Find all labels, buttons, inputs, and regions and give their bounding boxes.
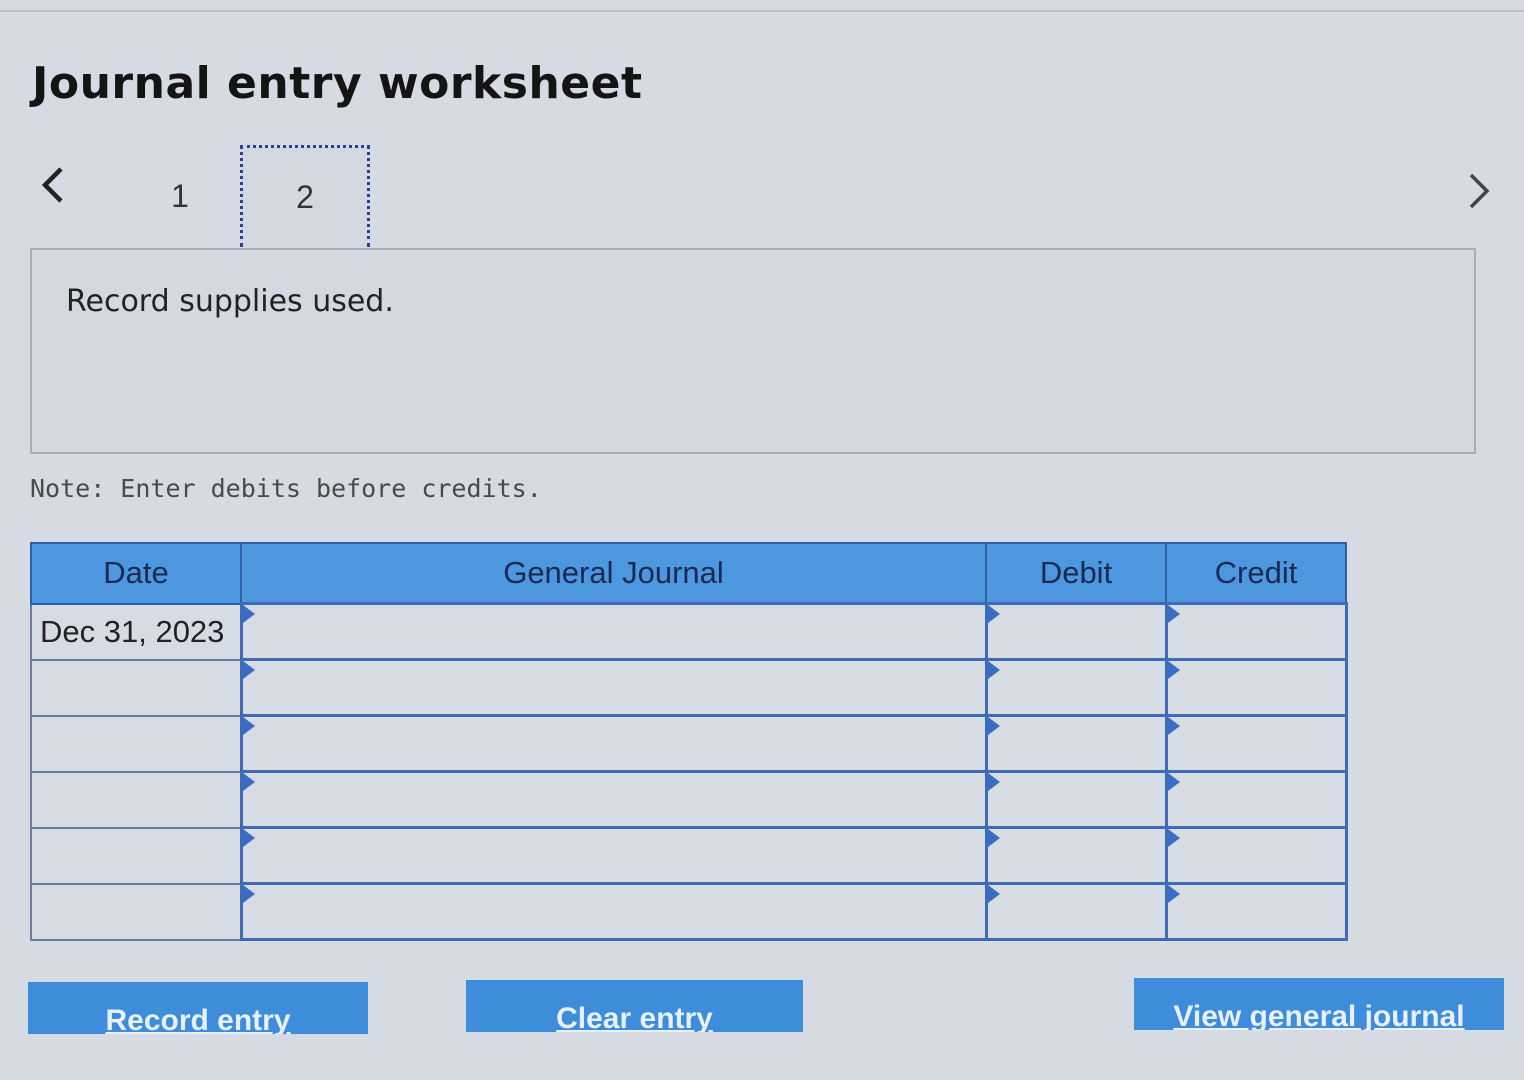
view-general-journal-button[interactable]: View general journal [1134, 978, 1504, 1030]
column-header-general-journal: General Journal [240, 542, 987, 605]
column-header-debit: Debit [985, 542, 1167, 605]
entry-note: Note: Enter debits before credits. [30, 474, 542, 503]
credit-input[interactable] [1164, 602, 1348, 661]
credit-input[interactable] [1164, 882, 1348, 941]
instruction-text: Record supplies used. [66, 284, 394, 319]
next-step-button[interactable] [1460, 166, 1500, 216]
step-tab-label: 2 [296, 179, 314, 215]
table-row [30, 826, 1348, 885]
instruction-panel: Record supplies used. [30, 248, 1476, 454]
clear-entry-button[interactable]: Clear entry [466, 980, 803, 1032]
table-row: Dec 31, 2023 [30, 602, 1348, 661]
account-input[interactable] [239, 882, 988, 941]
credit-input[interactable] [1164, 770, 1348, 829]
page-title: Journal entry worksheet [32, 58, 643, 109]
column-header-credit: Credit [1165, 542, 1347, 605]
table-row [30, 882, 1348, 941]
credit-input[interactable] [1164, 714, 1348, 773]
table-row [30, 770, 1348, 829]
step-tab-2[interactable]: 2 [240, 145, 370, 247]
chevron-right-icon [1469, 173, 1490, 209]
debit-input[interactable] [984, 826, 1168, 885]
column-header-date: Date [30, 542, 242, 605]
debit-input[interactable] [984, 602, 1168, 661]
table-header-row: Date General Journal Debit Credit [30, 542, 1347, 605]
record-entry-label: Record entry [105, 1004, 291, 1034]
table-row [30, 658, 1348, 717]
record-entry-button[interactable]: Record entry [28, 982, 368, 1034]
account-input[interactable] [239, 714, 988, 773]
prev-step-button[interactable] [32, 160, 72, 210]
debit-input[interactable] [984, 714, 1168, 773]
journal-table: Date General Journal Debit Credit Dec 31… [30, 542, 1348, 941]
debit-input[interactable] [984, 770, 1168, 829]
account-input[interactable] [239, 658, 988, 717]
step-tab-label: 1 [171, 177, 189, 214]
clear-entry-label: Clear entry [556, 1002, 713, 1032]
date-cell [30, 826, 242, 885]
step-tab-1[interactable]: 1 [115, 145, 245, 247]
top-divider [0, 10, 1524, 12]
date-cell [30, 714, 242, 773]
chevron-left-icon [41, 167, 63, 203]
date-cell [30, 882, 242, 941]
date-cell: Dec 31, 2023 [30, 602, 242, 661]
date-value: Dec 31, 2023 [40, 613, 225, 649]
view-general-journal-label: View general journal [1173, 1000, 1465, 1030]
credit-input[interactable] [1164, 826, 1348, 885]
account-input[interactable] [239, 602, 988, 661]
debit-input[interactable] [984, 882, 1168, 941]
account-input[interactable] [239, 826, 988, 885]
account-input[interactable] [239, 770, 988, 829]
table-row [30, 714, 1348, 773]
date-cell [30, 658, 242, 717]
date-cell [30, 770, 242, 829]
credit-input[interactable] [1164, 658, 1348, 717]
debit-input[interactable] [984, 658, 1168, 717]
